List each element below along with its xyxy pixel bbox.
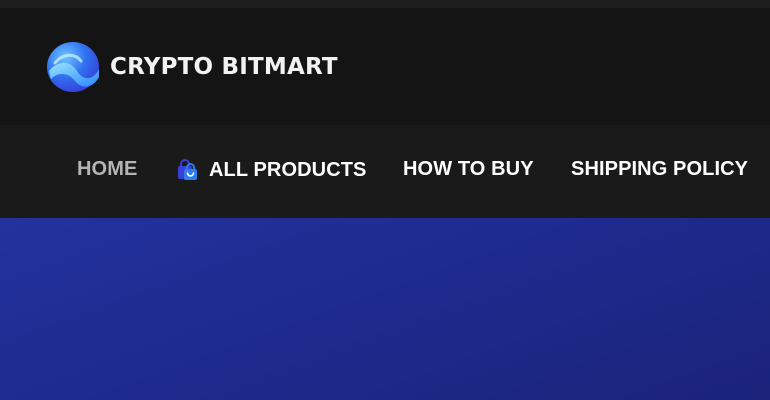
nav-item-label: HOW TO BUY <box>403 158 534 180</box>
nav-item-label: HOME <box>77 158 138 180</box>
brand-name: CRYPTO BITMART <box>110 54 338 80</box>
nav-item-label: ALL PRODUCTS <box>209 158 367 181</box>
site-header: CRYPTO BITMART <box>0 8 770 125</box>
brand-logo-link[interactable]: CRYPTO BITMART <box>45 41 338 93</box>
hero-banner <box>0 218 770 400</box>
nav-item-label: SHIPPING POLICY <box>571 158 749 180</box>
wave-orb-logo-icon <box>47 42 99 92</box>
page: CRYPTO BITMART HOME ALL PRODUCTS HOW TO … <box>0 0 770 400</box>
nav-item-how-to-buy[interactable]: HOW TO BUY <box>403 158 534 181</box>
shopping-bag-icon <box>178 159 197 180</box>
main-nav: HOME ALL PRODUCTS HOW TO BUY SHIPPING PO… <box>0 125 770 218</box>
top-strip <box>0 0 770 8</box>
nav-item-shipping-policy[interactable]: SHIPPING POLICY <box>571 158 748 181</box>
nav-item-all-products[interactable]: ALL PRODUCTS <box>175 158 367 182</box>
nav-item-home[interactable]: HOME <box>77 158 137 181</box>
